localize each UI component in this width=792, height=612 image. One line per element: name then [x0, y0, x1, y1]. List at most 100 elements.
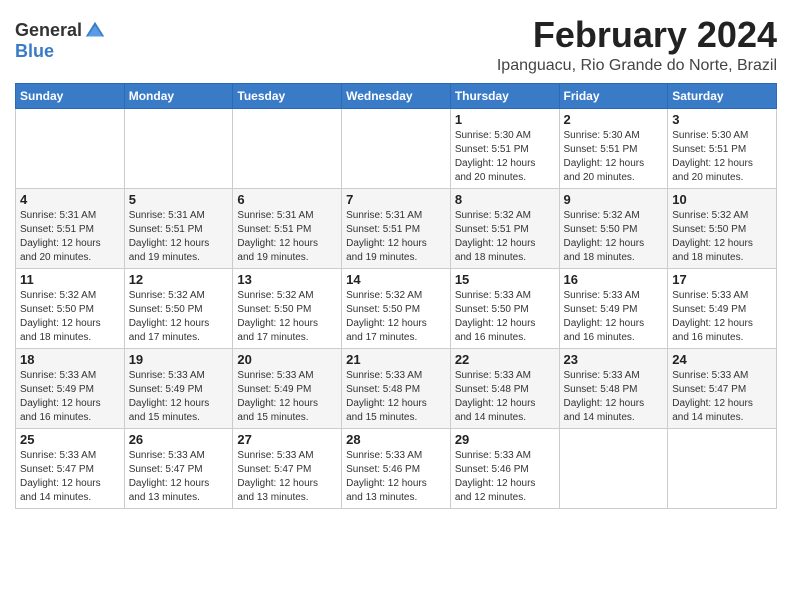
day-number: 22	[455, 352, 555, 367]
calendar-cell: 19 Sunrise: 5:33 AM Sunset: 5:49 PM Dayli…	[124, 348, 233, 428]
calendar-cell	[124, 108, 233, 188]
day-number: 3	[672, 112, 772, 127]
calendar-cell: 5 Sunrise: 5:31 AM Sunset: 5:51 PM Daylig…	[124, 188, 233, 268]
calendar-cell: 8 Sunrise: 5:32 AM Sunset: 5:51 PM Daylig…	[450, 188, 559, 268]
day-number: 8	[455, 192, 555, 207]
calendar-cell: 6 Sunrise: 5:31 AM Sunset: 5:51 PM Daylig…	[233, 188, 342, 268]
day-info: Sunrise: 5:33 AM Sunset: 5:49 PM Dayligh…	[20, 369, 120, 425]
day-info: Sunrise: 5:33 AM Sunset: 5:50 PM Dayligh…	[455, 289, 555, 345]
day-info: Sunrise: 5:33 AM Sunset: 5:47 PM Dayligh…	[129, 449, 229, 505]
day-info: Sunrise: 5:33 AM Sunset: 5:49 PM Dayligh…	[564, 289, 664, 345]
day-number: 23	[564, 352, 664, 367]
calendar-week-row: 1 Sunrise: 5:30 AM Sunset: 5:51 PM Daylig…	[16, 108, 777, 188]
day-info: Sunrise: 5:32 AM Sunset: 5:50 PM Dayligh…	[20, 289, 120, 345]
day-number: 10	[672, 192, 772, 207]
calendar-cell: 7 Sunrise: 5:31 AM Sunset: 5:51 PM Daylig…	[342, 188, 451, 268]
calendar-cell: 2Sunrise: 5:30 AM Sunset: 5:51 PM Daylig…	[559, 108, 668, 188]
day-info: Sunrise: 5:31 AM Sunset: 5:51 PM Dayligh…	[129, 209, 229, 265]
day-info: Sunrise: 5:32 AM Sunset: 5:50 PM Dayligh…	[672, 209, 772, 265]
calendar-cell	[668, 428, 777, 508]
calendar-cell: 20 Sunrise: 5:33 AM Sunset: 5:49 PM Dayli…	[233, 348, 342, 428]
calendar-cell: 9 Sunrise: 5:32 AM Sunset: 5:50 PM Daylig…	[559, 188, 668, 268]
calendar-cell: 4 Sunrise: 5:31 AM Sunset: 5:51 PM Daylig…	[16, 188, 125, 268]
day-number: 16	[564, 272, 664, 287]
calendar-cell: 29Sunrise: 5:33 AM Sunset: 5:46 PM Dayli…	[450, 428, 559, 508]
weekday-header: Monday	[124, 83, 233, 108]
calendar-cell	[342, 108, 451, 188]
weekday-header: Tuesday	[233, 83, 342, 108]
day-info: Sunrise: 5:32 AM Sunset: 5:50 PM Dayligh…	[564, 209, 664, 265]
calendar-cell: 18 Sunrise: 5:33 AM Sunset: 5:49 PM Dayli…	[16, 348, 125, 428]
calendar-cell: 1Sunrise: 5:30 AM Sunset: 5:51 PM Daylig…	[450, 108, 559, 188]
day-info: Sunrise: 5:32 AM Sunset: 5:50 PM Dayligh…	[129, 289, 229, 345]
day-info: Sunrise: 5:31 AM Sunset: 5:51 PM Dayligh…	[20, 209, 120, 265]
calendar-week-row: 4 Sunrise: 5:31 AM Sunset: 5:51 PM Daylig…	[16, 188, 777, 268]
month-title: February 2024	[497, 15, 777, 55]
day-info: Sunrise: 5:33 AM Sunset: 5:47 PM Dayligh…	[20, 449, 120, 505]
day-number: 1	[455, 112, 555, 127]
day-info: Sunrise: 5:33 AM Sunset: 5:48 PM Dayligh…	[455, 369, 555, 425]
calendar-cell	[233, 108, 342, 188]
weekday-header: Thursday	[450, 83, 559, 108]
calendar-cell: 11 Sunrise: 5:32 AM Sunset: 5:50 PM Dayli…	[16, 268, 125, 348]
logo-icon	[84, 20, 106, 42]
day-info: Sunrise: 5:33 AM Sunset: 5:47 PM Dayligh…	[237, 449, 337, 505]
day-info: Sunrise: 5:32 AM Sunset: 5:51 PM Dayligh…	[455, 209, 555, 265]
day-info: Sunrise: 5:33 AM Sunset: 5:47 PM Dayligh…	[672, 369, 772, 425]
calendar-cell: 25 Sunrise: 5:33 AM Sunset: 5:47 PM Dayli…	[16, 428, 125, 508]
title-section: February 2024 Ipanguacu, Rio Grande do N…	[497, 15, 777, 75]
day-info: Sunrise: 5:31 AM Sunset: 5:51 PM Dayligh…	[346, 209, 446, 265]
calendar-cell: 12 Sunrise: 5:32 AM Sunset: 5:50 PM Dayli…	[124, 268, 233, 348]
day-number: 24	[672, 352, 772, 367]
calendar-cell: 3 Sunrise: 5:30 AM Sunset: 5:51 PM Daylig…	[668, 108, 777, 188]
day-info: Sunrise: 5:33 AM Sunset: 5:49 PM Dayligh…	[237, 369, 337, 425]
day-number: 19	[129, 352, 229, 367]
day-info: Sunrise: 5:33 AM Sunset: 5:46 PM Dayligh…	[455, 449, 555, 505]
calendar-cell: 10 Sunrise: 5:32 AM Sunset: 5:50 PM Dayli…	[668, 188, 777, 268]
day-number: 7	[346, 192, 446, 207]
day-info: Sunrise: 5:30 AM Sunset: 5:51 PM Dayligh…	[672, 129, 772, 185]
calendar-cell: 21Sunrise: 5:33 AM Sunset: 5:48 PM Dayli…	[342, 348, 451, 428]
calendar-cell	[559, 428, 668, 508]
day-number: 28	[346, 432, 446, 447]
calendar-cell: 23 Sunrise: 5:33 AM Sunset: 5:48 PM Dayli…	[559, 348, 668, 428]
calendar-cell: 14 Sunrise: 5:32 AM Sunset: 5:50 PM Dayli…	[342, 268, 451, 348]
day-number: 12	[129, 272, 229, 287]
page-header: General Blue February 2024 Ipanguacu, Ri…	[15, 15, 777, 75]
day-info: Sunrise: 5:32 AM Sunset: 5:50 PM Dayligh…	[237, 289, 337, 345]
day-number: 14	[346, 272, 446, 287]
day-info: Sunrise: 5:33 AM Sunset: 5:48 PM Dayligh…	[564, 369, 664, 425]
day-number: 18	[20, 352, 120, 367]
day-number: 5	[129, 192, 229, 207]
day-info: Sunrise: 5:33 AM Sunset: 5:46 PM Dayligh…	[346, 449, 446, 505]
day-info: Sunrise: 5:30 AM Sunset: 5:51 PM Dayligh…	[564, 129, 664, 185]
calendar-cell: 17 Sunrise: 5:33 AM Sunset: 5:49 PM Dayli…	[668, 268, 777, 348]
day-number: 17	[672, 272, 772, 287]
logo: General Blue	[15, 20, 106, 62]
logo-general-text: General	[15, 21, 82, 41]
day-number: 6	[237, 192, 337, 207]
calendar-cell: 24 Sunrise: 5:33 AM Sunset: 5:47 PM Dayli…	[668, 348, 777, 428]
calendar-week-row: 18 Sunrise: 5:33 AM Sunset: 5:49 PM Dayli…	[16, 348, 777, 428]
day-number: 25	[20, 432, 120, 447]
calendar-cell: 27Sunrise: 5:33 AM Sunset: 5:47 PM Dayli…	[233, 428, 342, 508]
day-number: 21	[346, 352, 446, 367]
calendar-cell: 13 Sunrise: 5:32 AM Sunset: 5:50 PM Dayli…	[233, 268, 342, 348]
day-info: Sunrise: 5:32 AM Sunset: 5:50 PM Dayligh…	[346, 289, 446, 345]
weekday-header: Saturday	[668, 83, 777, 108]
day-info: Sunrise: 5:33 AM Sunset: 5:49 PM Dayligh…	[129, 369, 229, 425]
day-info: Sunrise: 5:33 AM Sunset: 5:49 PM Dayligh…	[672, 289, 772, 345]
calendar-week-row: 25 Sunrise: 5:33 AM Sunset: 5:47 PM Dayli…	[16, 428, 777, 508]
day-number: 11	[20, 272, 120, 287]
calendar-cell: 15Sunrise: 5:33 AM Sunset: 5:50 PM Dayli…	[450, 268, 559, 348]
weekday-header: Sunday	[16, 83, 125, 108]
day-number: 9	[564, 192, 664, 207]
calendar-table: SundayMondayTuesdayWednesdayThursdayFrid…	[15, 83, 777, 509]
day-number: 13	[237, 272, 337, 287]
day-info: Sunrise: 5:31 AM Sunset: 5:51 PM Dayligh…	[237, 209, 337, 265]
calendar-cell: 28 Sunrise: 5:33 AM Sunset: 5:46 PM Dayli…	[342, 428, 451, 508]
day-number: 4	[20, 192, 120, 207]
day-number: 20	[237, 352, 337, 367]
calendar-week-row: 11 Sunrise: 5:32 AM Sunset: 5:50 PM Dayli…	[16, 268, 777, 348]
location-title: Ipanguacu, Rio Grande do Norte, Brazil	[497, 57, 777, 75]
